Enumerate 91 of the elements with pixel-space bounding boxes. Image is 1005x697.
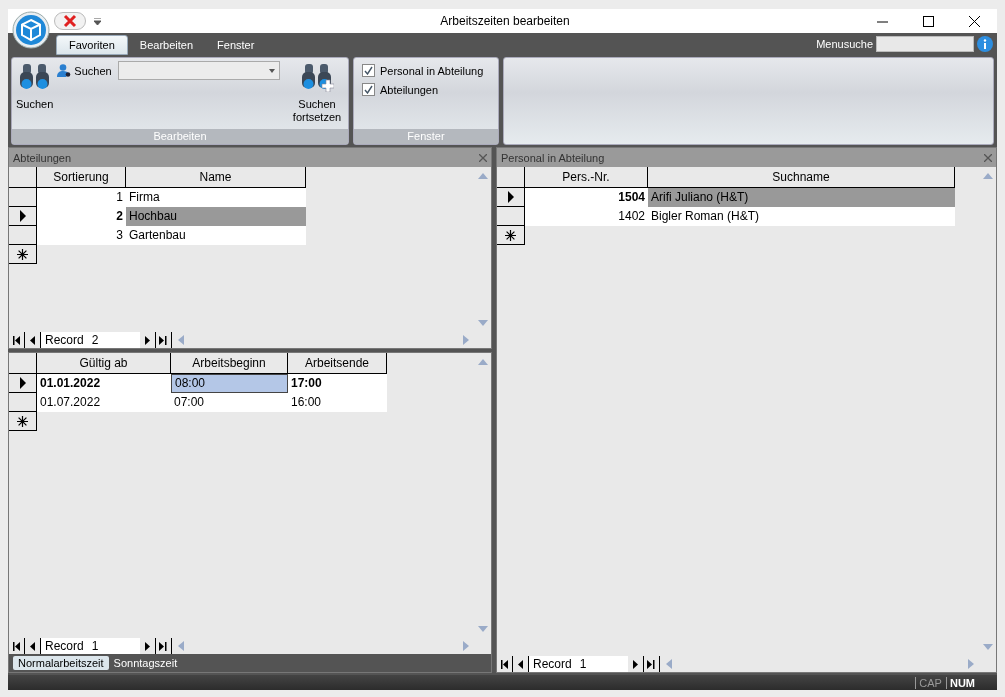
table-cell: 2 (37, 207, 126, 226)
table-cell: 17:00 (288, 374, 387, 393)
checkmark-icon (364, 66, 373, 75)
record-selector-icon (506, 191, 515, 203)
menu-search-field[interactable] (876, 36, 974, 52)
record-selector-icon (18, 210, 27, 222)
record-selector[interactable] (9, 188, 37, 207)
maximize-icon (922, 15, 934, 27)
panel-title: Personal in Abteilung (501, 151, 605, 164)
table-cell: 16:00 (288, 393, 387, 412)
record-number-field[interactable]: 1 (575, 656, 628, 672)
ribbon-tab[interactable]: Bearbeiten (127, 35, 206, 55)
column-header[interactable]: Arbeitsbeginn (171, 353, 288, 374)
table-cell: Firma (126, 188, 306, 207)
record-label: Record (529, 656, 576, 672)
table-cell: 1 (37, 188, 126, 207)
close-icon (63, 14, 77, 28)
binoculars-plus-icon (300, 62, 334, 92)
close-icon[interactable] (479, 153, 487, 162)
dropdown-icon[interactable] (94, 17, 101, 25)
table-cell: Hochbau (126, 207, 306, 226)
new-record-icon (17, 248, 28, 260)
record-number-field[interactable]: 1 (87, 638, 140, 654)
status-indicator: CAP (915, 676, 942, 689)
record-selector-icon (18, 377, 27, 389)
dropdown-arrow-icon (268, 68, 275, 73)
column-header[interactable]: Pers.-Nr. (525, 167, 648, 188)
search-label: Suchen (74, 64, 112, 77)
column-header[interactable]: Gültig ab (37, 353, 171, 374)
next-record-icon (143, 641, 152, 651)
close-form-button[interactable] (54, 12, 86, 30)
window-checkbox[interactable]: Personal in Abteilung (362, 64, 490, 77)
info-icon[interactable] (977, 36, 993, 52)
close-icon[interactable] (984, 153, 992, 162)
first-record-icon (500, 659, 509, 669)
column-header[interactable]: Sortierung (37, 167, 126, 188)
record-selector[interactable] (9, 374, 37, 393)
table-cell: 1504 (525, 188, 648, 207)
checkmark-icon (364, 85, 373, 94)
table-cell: 01.07.2022 (37, 393, 171, 412)
ribbon-tab[interactable]: Favoriten (56, 35, 128, 55)
panel-title: Abteilungen (13, 151, 72, 164)
next-record-icon (143, 335, 152, 345)
form-tab[interactable]: Sonntagszeit (108, 656, 183, 670)
new-record-icon (17, 415, 28, 427)
new-record-selector[interactable] (497, 226, 525, 245)
record-label: Record (41, 638, 88, 654)
first-record-icon (12, 335, 21, 345)
column-header[interactable]: Name (126, 167, 306, 188)
record-selector[interactable] (497, 188, 525, 207)
first-record-icon (12, 641, 21, 651)
table-cell: 07:00 (171, 393, 288, 412)
previous-record-icon (28, 641, 37, 651)
new-record-icon (505, 229, 516, 241)
person-gear-icon (57, 64, 72, 77)
form-tab[interactable]: Normalarbeitszeit (13, 656, 109, 670)
window-title: Arbeitszeiten bearbeiten (439, 14, 571, 28)
previous-record-icon (516, 659, 525, 669)
last-record-icon (159, 641, 168, 651)
window-checkbox[interactable]: Abteilungen (362, 83, 490, 96)
app-logo-icon[interactable] (12, 11, 50, 49)
continue-search-button[interactable]: Suchen fortsetzen (286, 58, 348, 129)
status-indicator: NUM (945, 676, 975, 689)
binoculars-icon (17, 62, 52, 92)
column-header[interactable]: Suchname (648, 167, 955, 188)
menu-search-label: Menusuche (816, 38, 873, 50)
new-record-selector[interactable] (9, 412, 37, 431)
group-label: Fenster (354, 129, 498, 144)
record-selector[interactable] (497, 207, 525, 226)
ribbon-tab[interactable]: Fenster (205, 35, 267, 55)
close-icon (968, 15, 980, 27)
previous-record-icon (28, 335, 37, 345)
last-record-icon (647, 659, 656, 669)
table-cell: Bigler Roman (H&T) (648, 207, 955, 226)
record-number-field[interactable]: 2 (87, 332, 140, 348)
table-cell: 1402 (525, 207, 648, 226)
column-header[interactable]: Arbeitsende (288, 353, 387, 374)
new-record-selector[interactable] (9, 245, 37, 264)
last-record-icon (159, 335, 168, 345)
record-label: Record (41, 332, 88, 348)
search-button[interactable]: Suchen (12, 58, 58, 129)
table-cell: 01.01.2022 (37, 374, 171, 393)
record-selector[interactable] (9, 226, 37, 245)
table-cell: 3 (37, 226, 126, 245)
next-record-icon (631, 659, 640, 669)
group-label: Bearbeiten (12, 129, 348, 144)
table-cell: Arifi Juliano (H&T) (648, 188, 955, 207)
record-selector[interactable] (9, 393, 37, 412)
table-cell: Gartenbau (126, 226, 306, 245)
record-selector[interactable] (9, 207, 37, 226)
table-cell: 08:00 (171, 374, 288, 393)
